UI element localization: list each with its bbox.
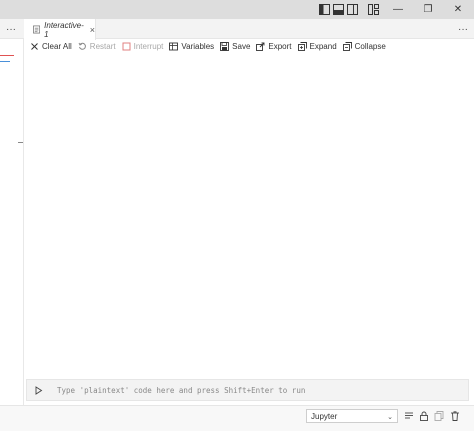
kernel-select[interactable]: Jupyter ⌄ (306, 409, 398, 423)
save-icon (220, 41, 230, 51)
left-sidebar-strip (0, 39, 24, 405)
views-more-actions-button[interactable]: ··· (0, 19, 22, 39)
variables-label: Variables (181, 41, 215, 51)
export-icon (256, 42, 265, 51)
collapse-all-icon (342, 41, 352, 51)
clear-all-label: Clear All (42, 41, 72, 51)
chevron-down-icon: ⌄ (387, 414, 393, 421)
close-icon (31, 42, 38, 50)
tab-label: Interactive-1 (44, 20, 84, 39)
editor-tab-bar: ··· Interactive-1 × ··· (0, 19, 474, 40)
expand-label: Expand (309, 41, 337, 51)
restart-icon (78, 42, 86, 50)
toggle-primary-sidebar-icon[interactable] (319, 4, 330, 15)
collapse-label: Collapse (354, 41, 386, 51)
restore-button[interactable]: ❐ (416, 0, 440, 19)
expand-button[interactable]: Expand (297, 39, 337, 53)
list-icon[interactable] (404, 411, 414, 421)
sidebar-marker-blue (0, 61, 10, 62)
variables-table-icon (169, 42, 179, 50)
toggle-secondary-sidebar-icon[interactable] (347, 4, 358, 15)
run-icon[interactable] (34, 385, 43, 395)
interactive-toolbar: Clear All Restart Interrupt Variables Sa… (24, 39, 474, 53)
sidebar-scroll-tick (18, 142, 23, 143)
minimize-button[interactable]: — (386, 0, 410, 19)
stop-icon (122, 42, 131, 50)
variables-button[interactable]: Variables (169, 39, 214, 53)
kernel-select-value: Jupyter (311, 411, 338, 421)
tab-interactive-1[interactable]: Interactive-1 × (24, 19, 96, 40)
interactive-output-area (25, 53, 474, 376)
save-button[interactable]: Save (220, 39, 250, 53)
interrupt-button[interactable]: Interrupt (122, 39, 164, 53)
clear-all-button[interactable]: Clear All (30, 39, 72, 53)
editor-more-actions-button[interactable]: ··· (452, 19, 474, 39)
sidebar-marker-red (0, 55, 14, 56)
collapse-button[interactable]: Collapse (342, 39, 386, 53)
expand-all-icon (297, 41, 307, 51)
export-button[interactable]: Export (256, 39, 292, 53)
restart-button[interactable]: Restart (78, 39, 116, 53)
title-bar: — ❐ ✕ (0, 0, 474, 19)
lock-icon[interactable] (419, 411, 429, 421)
customize-layout-icon[interactable] (368, 4, 379, 15)
restart-label: Restart (89, 41, 116, 51)
code-input-box[interactable]: Type 'plaintext' code here and press Shi… (26, 379, 469, 401)
interrupt-label: Interrupt (133, 41, 164, 51)
close-window-button[interactable]: ✕ (446, 0, 470, 19)
close-tab-icon[interactable]: × (90, 25, 95, 35)
interactive-file-icon (33, 25, 41, 34)
export-label: Export (268, 41, 292, 51)
trash-icon[interactable] (450, 411, 460, 421)
copy-icon[interactable] (434, 411, 444, 421)
toggle-panel-icon[interactable] (333, 4, 344, 15)
input-placeholder[interactable]: Type 'plaintext' code here and press Shi… (57, 386, 305, 395)
bottom-panel-strip: Jupyter ⌄ (0, 405, 474, 431)
save-label: Save (232, 41, 251, 51)
